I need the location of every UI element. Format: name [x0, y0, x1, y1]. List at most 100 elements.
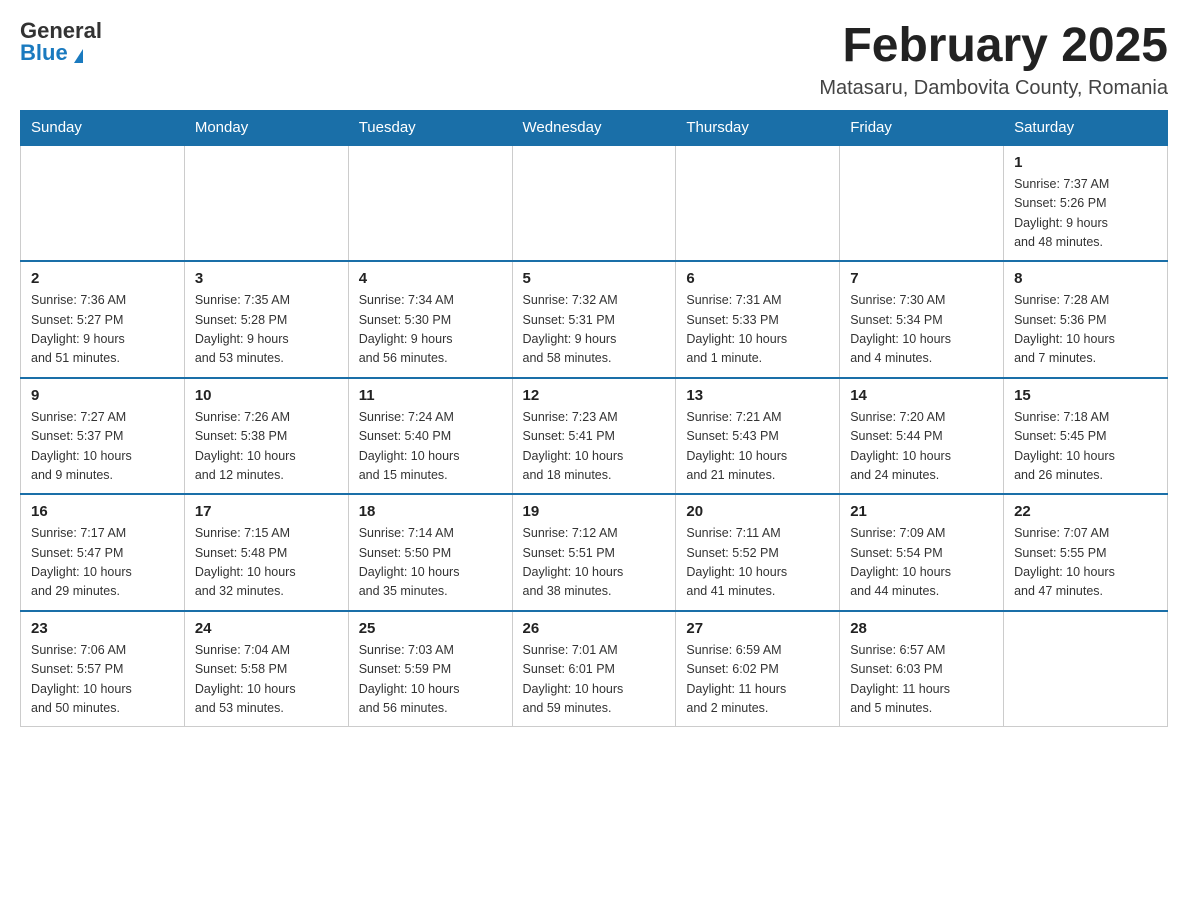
calendar-subtitle: Matasaru, Dambovita County, Romania: [819, 77, 1168, 100]
day-number: 28: [850, 620, 993, 637]
day-number: 10: [195, 387, 338, 404]
calendar-title: February 2025: [819, 20, 1168, 73]
calendar-week-row-3: 9Sunrise: 7:27 AM Sunset: 5:37 PM Daylig…: [21, 378, 1168, 495]
day-info: Sunrise: 7:06 AM Sunset: 5:57 PM Dayligh…: [31, 641, 174, 719]
calendar-cell: 5 Sunrise: 7:32 AM Sunset: 5:31 PM Daylig…: [512, 261, 676, 378]
day-number: 26: [523, 620, 666, 637]
logo-blue-row: Blue: [20, 42, 83, 65]
calendar-cell: 23 Sunrise: 7:06 AM Sunset: 5:57 PM Dayli…: [21, 611, 185, 727]
weekday-header-saturday: Saturday: [1004, 110, 1168, 145]
day-info: Sunrise: 6:57 AM Sunset: 6:03 PM Dayligh…: [850, 641, 993, 719]
day-number: 4: [359, 270, 502, 287]
day-info: Sunrise: 7:15 AM Sunset: 5:48 PM Dayligh…: [195, 524, 338, 602]
calendar-cell: 12 Sunrise: 7:23 AM Sunset: 5:41 PM Dayli…: [512, 378, 676, 495]
calendar-cell: 22Sunrise: 7:07 AM Sunset: 5:55 PM Dayli…: [1004, 494, 1168, 611]
calendar-cell: 26Sunrise: 7:01 AM Sunset: 6:01 PM Dayli…: [512, 611, 676, 727]
day-number: 23: [31, 620, 174, 637]
calendar-cell: [840, 145, 1004, 262]
day-info: Sunrise: 7:18 AM Sunset: 5:45 PM Dayligh…: [1014, 408, 1157, 486]
calendar-cell: 15 Sunrise: 7:18 AM Sunset: 5:45 PM Dayli…: [1004, 378, 1168, 495]
calendar-cell: 2Sunrise: 7:36 AM Sunset: 5:27 PM Daylig…: [21, 261, 185, 378]
day-number: 13: [686, 387, 829, 404]
calendar-cell: 10 Sunrise: 7:26 AM Sunset: 5:38 PM Dayli…: [184, 378, 348, 495]
day-info: Sunrise: 7:17 AM Sunset: 5:47 PM Dayligh…: [31, 524, 174, 602]
day-info: Sunrise: 7:26 AM Sunset: 5:38 PM Dayligh…: [195, 408, 338, 486]
calendar-cell: 14 Sunrise: 7:20 AM Sunset: 5:44 PM Dayli…: [840, 378, 1004, 495]
calendar-cell: 11 Sunrise: 7:24 AM Sunset: 5:40 PM Dayli…: [348, 378, 512, 495]
day-info: Sunrise: 7:35 AM Sunset: 5:28 PM Dayligh…: [195, 291, 338, 369]
calendar-week-row-4: 16 Sunrise: 7:17 AM Sunset: 5:47 PM Dayli…: [21, 494, 1168, 611]
calendar-cell: 28 Sunrise: 6:57 AM Sunset: 6:03 PM Dayli…: [840, 611, 1004, 727]
day-number: 5: [523, 270, 666, 287]
day-info: Sunrise: 6:59 AM Sunset: 6:02 PM Dayligh…: [686, 641, 829, 719]
calendar-cell: [512, 145, 676, 262]
day-number: 20: [686, 503, 829, 520]
day-info: Sunrise: 7:21 AM Sunset: 5:43 PM Dayligh…: [686, 408, 829, 486]
calendar-cell: 19Sunrise: 7:12 AM Sunset: 5:51 PM Dayli…: [512, 494, 676, 611]
calendar-cell: 18 Sunrise: 7:14 AM Sunset: 5:50 PM Dayli…: [348, 494, 512, 611]
day-number: 2: [31, 270, 174, 287]
calendar-cell: [348, 145, 512, 262]
weekday-header-monday: Monday: [184, 110, 348, 145]
calendar-cell: 8Sunrise: 7:28 AM Sunset: 5:36 PM Daylig…: [1004, 261, 1168, 378]
weekday-header-friday: Friday: [840, 110, 1004, 145]
day-number: 22: [1014, 503, 1157, 520]
day-number: 11: [359, 387, 502, 404]
weekday-header-tuesday: Tuesday: [348, 110, 512, 145]
day-info: Sunrise: 7:30 AM Sunset: 5:34 PM Dayligh…: [850, 291, 993, 369]
day-info: Sunrise: 7:34 AM Sunset: 5:30 PM Dayligh…: [359, 291, 502, 369]
day-info: Sunrise: 7:04 AM Sunset: 5:58 PM Dayligh…: [195, 641, 338, 719]
calendar-cell: 27 Sunrise: 6:59 AM Sunset: 6:02 PM Dayli…: [676, 611, 840, 727]
calendar-cell: 13 Sunrise: 7:21 AM Sunset: 5:43 PM Dayli…: [676, 378, 840, 495]
logo: General Blue: [20, 20, 102, 65]
day-number: 17: [195, 503, 338, 520]
logo-triangle-icon: [74, 49, 83, 63]
day-number: 16: [31, 503, 174, 520]
day-info: Sunrise: 7:32 AM Sunset: 5:31 PM Dayligh…: [523, 291, 666, 369]
day-number: 1: [1014, 154, 1157, 171]
calendar-cell: [184, 145, 348, 262]
calendar-week-row-1: 1 Sunrise: 7:37 AM Sunset: 5:26 PM Daylig…: [21, 145, 1168, 262]
calendar-cell: 25Sunrise: 7:03 AM Sunset: 5:59 PM Dayli…: [348, 611, 512, 727]
calendar-week-row-2: 2Sunrise: 7:36 AM Sunset: 5:27 PM Daylig…: [21, 261, 1168, 378]
calendar-cell: 20 Sunrise: 7:11 AM Sunset: 5:52 PM Dayli…: [676, 494, 840, 611]
day-info: Sunrise: 7:11 AM Sunset: 5:52 PM Dayligh…: [686, 524, 829, 602]
day-info: Sunrise: 7:31 AM Sunset: 5:33 PM Dayligh…: [686, 291, 829, 369]
weekday-header-row: SundayMondayTuesdayWednesdayThursdayFrid…: [21, 110, 1168, 145]
calendar-cell: [1004, 611, 1168, 727]
calendar-table: SundayMondayTuesdayWednesdayThursdayFrid…: [20, 110, 1168, 728]
title-block: February 2025 Matasaru, Dambovita County…: [819, 20, 1168, 100]
weekday-header-thursday: Thursday: [676, 110, 840, 145]
calendar-cell: 3 Sunrise: 7:35 AM Sunset: 5:28 PM Daylig…: [184, 261, 348, 378]
day-info: Sunrise: 7:24 AM Sunset: 5:40 PM Dayligh…: [359, 408, 502, 486]
calendar-cell: [21, 145, 185, 262]
day-info: Sunrise: 7:20 AM Sunset: 5:44 PM Dayligh…: [850, 408, 993, 486]
day-number: 3: [195, 270, 338, 287]
day-number: 14: [850, 387, 993, 404]
calendar-cell: 1 Sunrise: 7:37 AM Sunset: 5:26 PM Daylig…: [1004, 145, 1168, 262]
day-info: Sunrise: 7:12 AM Sunset: 5:51 PM Dayligh…: [523, 524, 666, 602]
calendar-cell: [676, 145, 840, 262]
day-number: 18: [359, 503, 502, 520]
day-number: 27: [686, 620, 829, 637]
day-number: 15: [1014, 387, 1157, 404]
calendar-cell: 7 Sunrise: 7:30 AM Sunset: 5:34 PM Daylig…: [840, 261, 1004, 378]
weekday-header-sunday: Sunday: [21, 110, 185, 145]
day-info: Sunrise: 7:03 AM Sunset: 5:59 PM Dayligh…: [359, 641, 502, 719]
day-info: Sunrise: 7:23 AM Sunset: 5:41 PM Dayligh…: [523, 408, 666, 486]
calendar-cell: 9Sunrise: 7:27 AM Sunset: 5:37 PM Daylig…: [21, 378, 185, 495]
day-info: Sunrise: 7:14 AM Sunset: 5:50 PM Dayligh…: [359, 524, 502, 602]
day-number: 9: [31, 387, 174, 404]
calendar-cell: 4 Sunrise: 7:34 AM Sunset: 5:30 PM Daylig…: [348, 261, 512, 378]
day-number: 6: [686, 270, 829, 287]
day-number: 8: [1014, 270, 1157, 287]
calendar-week-row-5: 23 Sunrise: 7:06 AM Sunset: 5:57 PM Dayli…: [21, 611, 1168, 727]
calendar-cell: 17 Sunrise: 7:15 AM Sunset: 5:48 PM Dayli…: [184, 494, 348, 611]
weekday-header-wednesday: Wednesday: [512, 110, 676, 145]
page-header: General Blue February 2025 Matasaru, Dam…: [20, 20, 1168, 100]
day-number: 12: [523, 387, 666, 404]
day-info: Sunrise: 7:37 AM Sunset: 5:26 PM Dayligh…: [1014, 175, 1157, 253]
logo-blue-text: Blue: [20, 40, 68, 65]
day-number: 24: [195, 620, 338, 637]
day-number: 7: [850, 270, 993, 287]
